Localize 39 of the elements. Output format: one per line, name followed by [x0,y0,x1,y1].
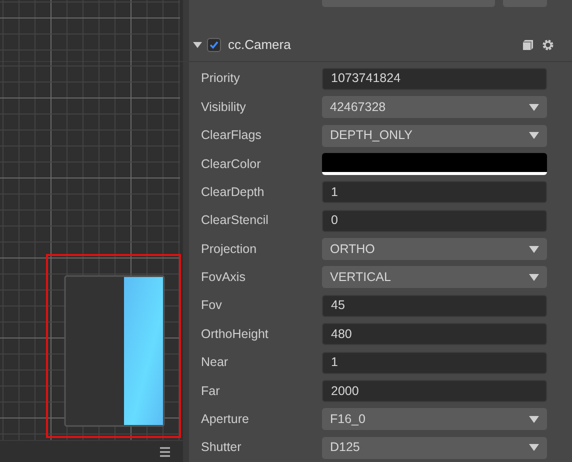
component-title: cc.Camera [228,36,291,54]
dropdown[interactable]: VERTICAL [322,266,547,288]
number-field[interactable]: 45 [322,294,547,317]
property-label: Fov [201,297,223,314]
property-label: ClearColor [201,156,262,173]
dropdown[interactable]: D125 [322,436,547,459]
color-swatch[interactable] [322,152,547,175]
number-field[interactable]: 1 [322,352,547,374]
property-label: Near [201,354,230,372]
number-field[interactable]: 0 [322,210,547,232]
dropdown-caret-icon [529,104,539,111]
number-field[interactable]: 1073741824 [322,68,547,90]
property-label: ClearDepth [201,184,266,201]
dropdown-caret-icon [529,274,539,281]
property-label: Visibility [201,98,247,116]
enable-checkbox[interactable] [207,38,221,52]
dropdown-caret-icon [529,246,539,253]
property-label: ClearFlags [201,127,262,144]
dropdown[interactable]: 42467328 [322,96,547,118]
number-field[interactable]: 1 [322,181,547,204]
dropdown-caret-icon [529,416,539,423]
dropdown[interactable]: F16_0 [322,408,547,430]
collapse-arrow-icon[interactable] [193,42,202,48]
dropdown[interactable]: DEPTH_ONLY [322,124,547,147]
property-label: Far [201,382,221,400]
property-label: OrthoHeight [201,326,270,343]
dropdown[interactable]: ORTHO [322,238,547,260]
property-label: Aperture [201,410,250,428]
property-label: Shutter [201,439,242,456]
number-field[interactable]: 480 [322,323,547,346]
number-field[interactable]: 2000 [322,380,547,402]
property-label: FovAxis [201,269,246,286]
menu-icon[interactable] [160,446,170,456]
settings-icon[interactable] [542,38,554,51]
property-label: ClearStencil [201,212,270,230]
property-label: Priority [201,70,241,88]
dropdown-caret-icon [529,444,539,452]
property-label: Projection [201,240,258,258]
dropdown-caret-icon [529,132,539,140]
